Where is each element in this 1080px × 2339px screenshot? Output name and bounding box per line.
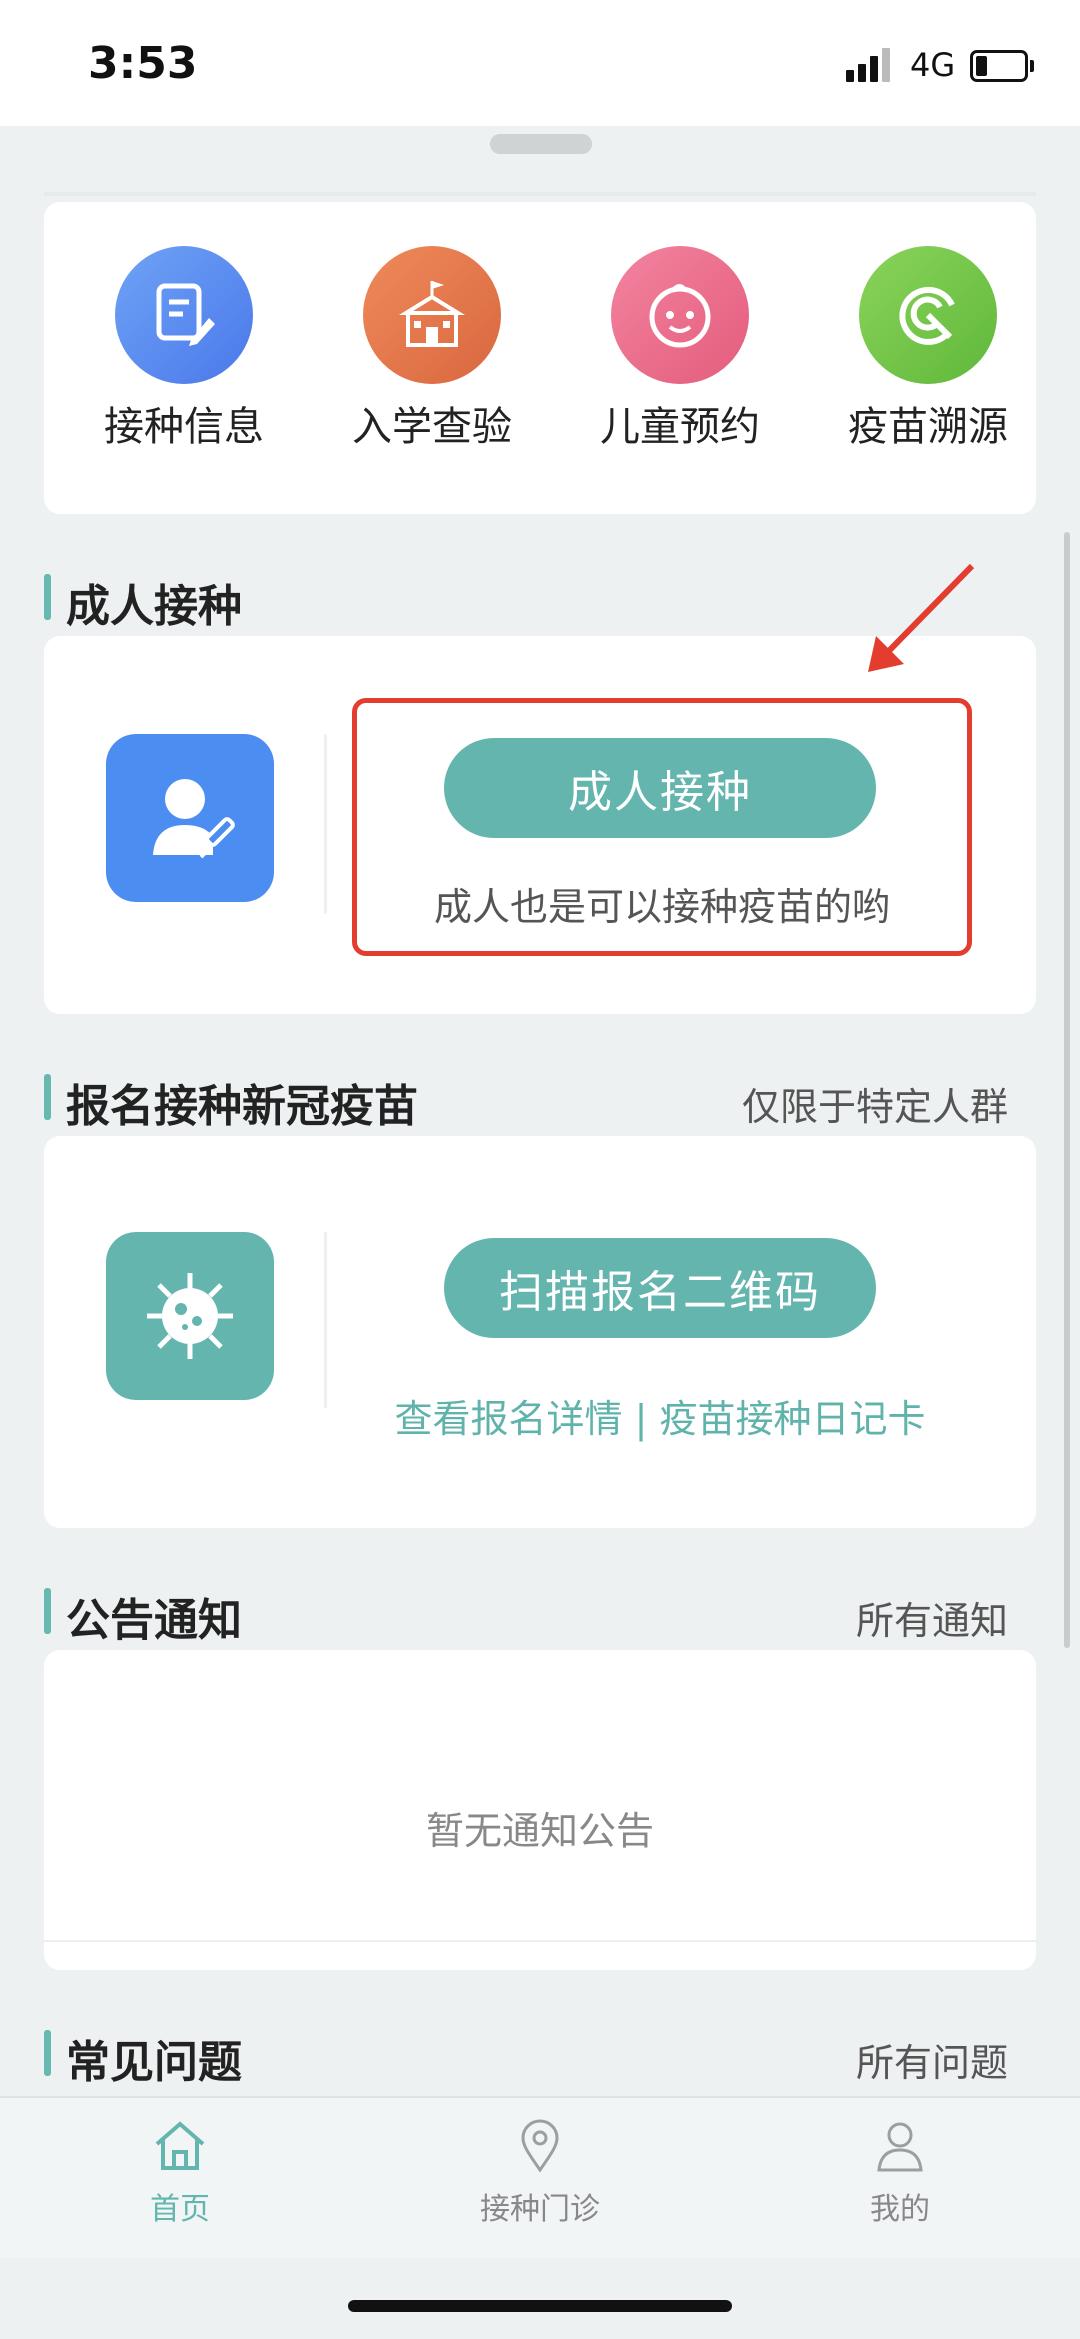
quick-link-label: 疫苗溯源: [848, 404, 1008, 450]
home-indicator[interactable]: [348, 2300, 732, 2312]
quick-links-card: 接种信息 入学查验 儿童预约 疫苗溯源: [44, 192, 1038, 514]
status-time: 3:53: [88, 38, 198, 89]
adult-vaccination-icon: [106, 734, 274, 902]
tab-mine[interactable]: 我的: [800, 2116, 1000, 2228]
location-pin-icon: [521, 2119, 559, 2173]
home-icon: [155, 2121, 205, 2170]
school-icon: [363, 246, 501, 384]
vertical-divider: [324, 734, 327, 914]
trace-icon: [859, 246, 997, 384]
quick-link-label: 入学查验: [352, 404, 512, 450]
user-icon: [877, 2122, 923, 2172]
signal-icon: [846, 46, 896, 82]
quick-link-vaccine-trace[interactable]: 疫苗溯源: [818, 246, 1038, 452]
tab-clinic[interactable]: 接种门诊: [440, 2116, 640, 2228]
view-registration-details-link[interactable]: 查看报名详情: [394, 1397, 622, 1441]
drag-handle[interactable]: [490, 134, 592, 154]
quick-link-label: 接种信息: [104, 404, 264, 450]
all-questions-link[interactable]: 所有问题: [856, 2032, 1008, 2087]
network-type: 4G: [910, 46, 956, 84]
tab-label: 首页: [150, 2192, 210, 2227]
divider: [44, 192, 1036, 196]
virus-icon: [106, 1232, 274, 1400]
status-bar: 3:53 4G: [0, 0, 1080, 126]
notices-empty-text: 暂无通知公告: [425, 1809, 654, 1853]
battery-icon: [970, 50, 1034, 82]
quick-link-enrollment-check[interactable]: 入学查验: [322, 246, 542, 452]
scrollbar[interactable]: [1064, 532, 1070, 1648]
link-separator: |: [634, 1397, 648, 1441]
section-title-adult: 成人接种: [44, 570, 242, 634]
all-notices-link[interactable]: 所有通知: [856, 1590, 1008, 1645]
document-edit-icon: [115, 246, 253, 384]
tab-home[interactable]: 首页: [80, 2116, 280, 2228]
vertical-divider: [324, 1232, 327, 1408]
covid-restriction-note: 仅限于特定人群: [741, 1085, 1008, 1129]
arrow-annotation-icon: [868, 563, 975, 672]
section-title-faq: 常见问题: [44, 2026, 242, 2090]
highlight-box: [352, 698, 972, 956]
divider: [44, 1940, 1036, 1942]
vaccination-diary-link[interactable]: 疫苗接种日记卡: [660, 1397, 926, 1441]
tab-label: 我的: [870, 2192, 930, 2227]
bottom-nav: 首页 接种门诊 我的: [0, 2096, 1080, 2258]
section-title-notices: 公告通知: [44, 1584, 242, 1648]
quick-link-vaccination-info[interactable]: 接种信息: [74, 246, 294, 452]
scan-register-qr-button[interactable]: 扫描报名二维码: [444, 1238, 876, 1338]
covid-links: 查看报名详情 | 疫苗接种日记卡: [330, 1388, 990, 1443]
baby-face-icon: [611, 246, 749, 384]
tab-label: 接种门诊: [480, 2192, 600, 2227]
quick-link-child-appointment[interactable]: 儿童预约: [570, 246, 790, 452]
section-title-covid: 报名接种新冠疫苗: [44, 1070, 418, 1134]
quick-link-label: 儿童预约: [600, 404, 760, 450]
